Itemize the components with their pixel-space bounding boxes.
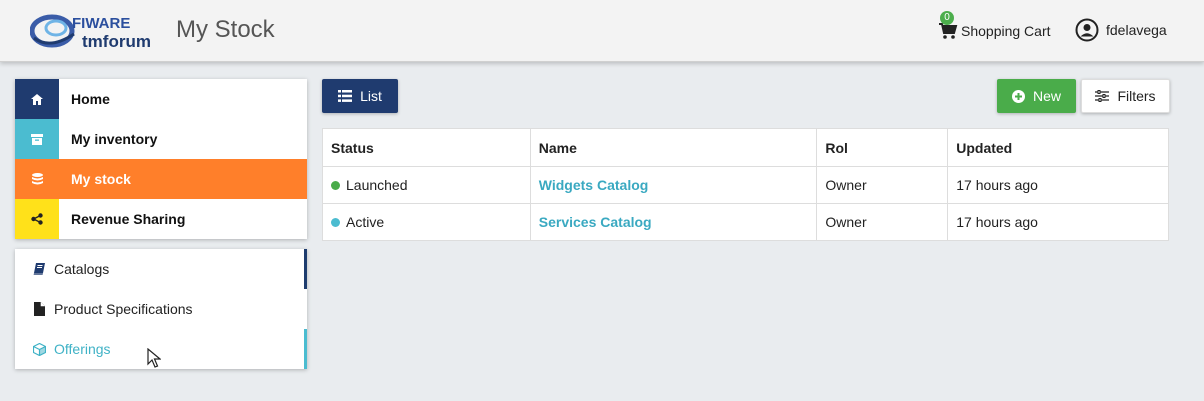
logo-fiware-text: FIWARE <box>72 15 130 32</box>
sidebar-sub-nav: Catalogs Product Specifications Offering… <box>15 249 307 369</box>
status-cell: Active <box>322 203 531 241</box>
sidebar-main-nav: Home My inventory My stock Revenue Shari… <box>15 79 307 239</box>
sidebar-item-my-stock[interactable]: My stock <box>15 159 307 199</box>
fiware-tmforum-logo[interactable]: FIWARE tmforum <box>30 10 168 52</box>
top-header: FIWARE tmforum My Stock 0 Shopping Cart … <box>0 0 1204 62</box>
subnav-item-label: Catalogs <box>54 261 110 277</box>
share-icon <box>15 199 59 239</box>
book-icon <box>32 262 46 276</box>
new-button[interactable]: New <box>997 79 1076 113</box>
sidebar-item-home[interactable]: Home <box>15 79 307 119</box>
user-circle-icon <box>1075 18 1099 42</box>
filters-button[interactable]: Filters <box>1081 79 1170 113</box>
user-menu[interactable]: fdelavega <box>1075 17 1167 43</box>
catalog-name-link[interactable]: Services Catalog <box>529 203 818 241</box>
column-header-name[interactable]: Name <box>529 128 818 167</box>
status-dot <box>331 180 340 190</box>
catalog-name-link[interactable]: Widgets Catalog <box>529 166 818 204</box>
status-dot <box>331 217 340 227</box>
logo-tmforum-text: tmforum <box>82 32 151 51</box>
list-icon <box>338 90 353 102</box>
cart-count-badge: 0 <box>940 11 954 25</box>
cart-icon: 0 <box>938 11 958 40</box>
sidebar-item-label: Revenue Sharing <box>71 211 186 227</box>
archive-icon <box>15 119 59 159</box>
rol-cell: Owner <box>816 166 949 204</box>
updated-cell: 17 hours ago <box>947 203 1169 241</box>
list-view-button[interactable]: List <box>322 79 398 113</box>
new-button-label: New <box>1032 88 1061 104</box>
rol-cell: Owner <box>816 203 949 241</box>
sidebar-item-label: My inventory <box>71 131 158 147</box>
status-text: Active <box>346 214 385 230</box>
sidebar-item-revenue-sharing[interactable]: Revenue Sharing <box>15 199 307 239</box>
table-header-row: Status Name Rol Updated <box>322 128 1169 167</box>
column-header-rol[interactable]: Rol <box>816 128 949 167</box>
subnav-item-label: Offerings <box>54 341 111 357</box>
sidebar-item-label: My stock <box>71 171 131 187</box>
subnav-item-catalogs[interactable]: Catalogs <box>15 249 307 289</box>
mouse-cursor-icon <box>147 348 161 368</box>
subnav-item-product-specifications[interactable]: Product Specifications <box>15 289 307 329</box>
sidebar-item-my-inventory[interactable]: My inventory <box>15 119 307 159</box>
shopping-cart-link[interactable]: 0 Shopping Cart <box>938 11 1051 42</box>
cube-icon <box>32 342 46 356</box>
file-icon <box>32 302 46 316</box>
status-text: Launched <box>346 177 408 193</box>
status-cell: Launched <box>322 166 531 204</box>
sidebar-item-label: Home <box>71 91 110 107</box>
subnav-item-offerings[interactable]: Offerings <box>15 329 307 369</box>
updated-cell: 17 hours ago <box>947 166 1169 204</box>
cart-label: Shopping Cart <box>961 23 1051 39</box>
home-icon <box>15 79 59 119</box>
table-row: Active Services Catalog Owner 17 hours a… <box>322 203 1169 241</box>
column-header-updated[interactable]: Updated <box>947 128 1169 167</box>
filters-button-label: Filters <box>1117 88 1156 104</box>
database-icon <box>15 159 59 199</box>
plus-circle-icon <box>1011 89 1025 103</box>
stock-table: Status Name Rol Updated Launched Widgets… <box>322 128 1169 241</box>
sliders-icon <box>1095 90 1110 102</box>
page-title: My Stock <box>176 16 275 43</box>
list-button-label: List <box>360 88 382 104</box>
username: fdelavega <box>1106 22 1167 38</box>
column-header-status[interactable]: Status <box>322 128 531 167</box>
subnav-item-label: Product Specifications <box>54 301 193 317</box>
table-row: Launched Widgets Catalog Owner 17 hours … <box>322 166 1169 204</box>
